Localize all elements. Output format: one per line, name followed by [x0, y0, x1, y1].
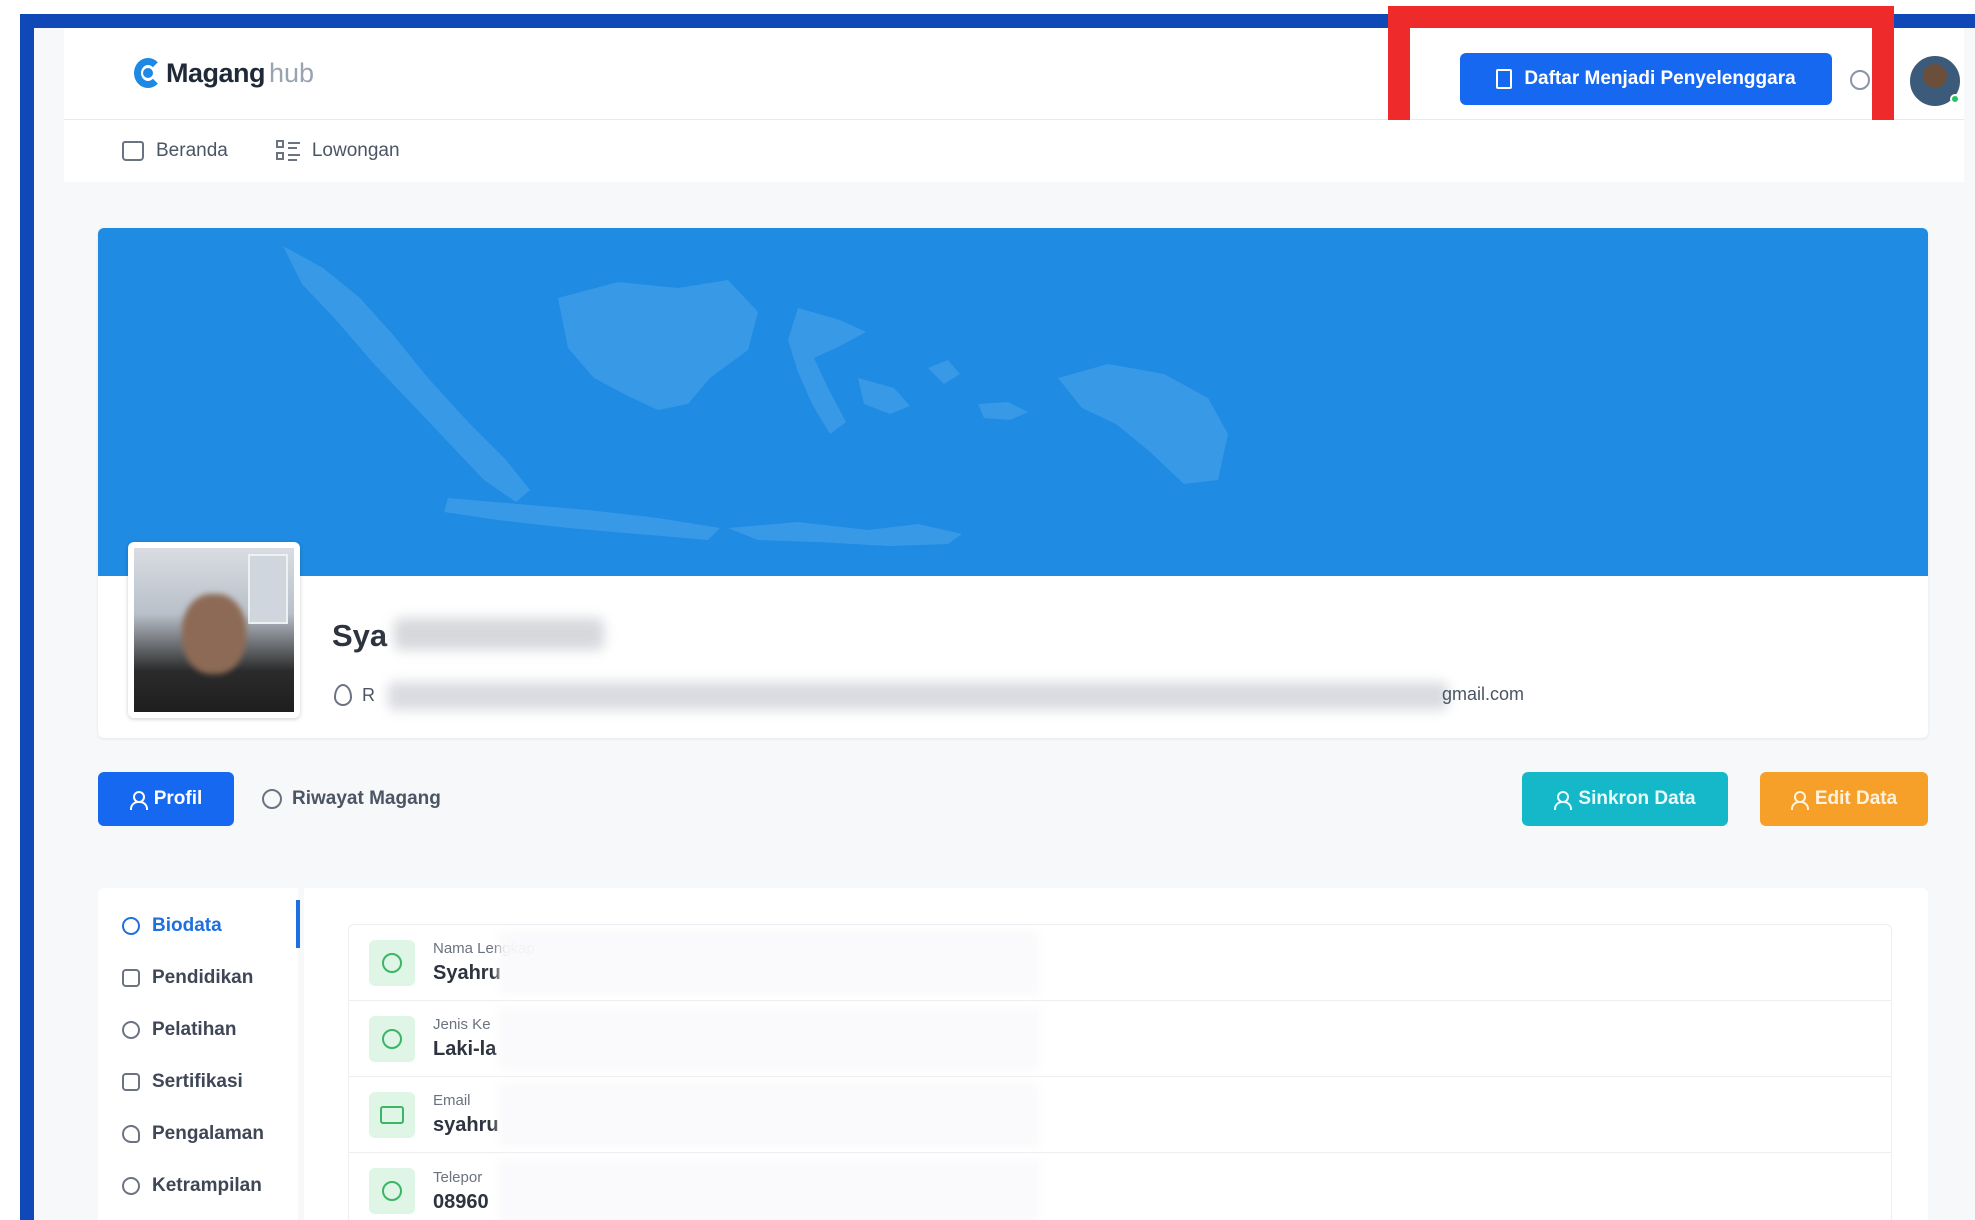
field-value: 08960 — [433, 1190, 489, 1213]
screenshot-margin — [0, 0, 20, 1220]
field-label: Email — [433, 1092, 471, 1109]
main-nav: Beranda Lowongan — [64, 120, 1964, 182]
user-edit-icon — [1790, 791, 1809, 810]
user-icon — [129, 791, 148, 810]
biodata-panel: Nama Lengkap Syahru Jenis Ke Laki-la Ema… — [304, 888, 1928, 1220]
profile-card: Sya R gmail.com — [98, 228, 1928, 738]
list-item-email: Email syahru — [349, 1077, 1891, 1153]
contact-address: R — [334, 684, 375, 706]
app-page: Magang hub Daftar Menjadi Penyelenggara B… — [34, 6, 1975, 1220]
sidebar-label: Pendidikan — [152, 967, 254, 988]
monitor-icon — [122, 969, 140, 987]
history-icon — [262, 789, 282, 809]
user-skill-icon — [122, 1177, 140, 1195]
profile-sidebar: Biodata Pendidikan Pelatihan Sertifikasi… — [98, 888, 300, 1220]
value-redaction — [499, 931, 1039, 995]
user-award-icon — [122, 1021, 140, 1039]
value-redaction — [499, 1083, 1039, 1147]
list-icon — [275, 140, 300, 162]
profile-name: Sya — [332, 618, 388, 653]
maganghub-logo[interactable]: Magang hub — [134, 56, 314, 90]
tab-riwayat-magang[interactable]: Riwayat Magang — [262, 772, 441, 826]
home-icon — [122, 141, 144, 161]
sidebar-label: Pelatihan — [152, 1019, 237, 1040]
nav-item-beranda[interactable]: Beranda — [122, 140, 228, 162]
logo-brand: Magang — [166, 57, 266, 88]
sidebar-item-biodata[interactable]: Biodata — [98, 900, 300, 952]
sync-data-button[interactable]: Sinkron Data — [1522, 772, 1728, 826]
indonesia-map-watermark — [283, 246, 1228, 546]
name-redaction — [394, 618, 604, 650]
profile-email-tail: gmail.com — [1442, 684, 1525, 704]
user-gender-icon — [369, 1015, 415, 1062]
value-redaction — [499, 1159, 1039, 1220]
user-icon — [369, 939, 415, 986]
sidebar-item-ketrampilan[interactable]: Ketrampilan — [98, 1160, 298, 1212]
nav-label-lowongan: Lowongan — [311, 140, 400, 161]
sidebar-item-pengalaman[interactable]: Pengalaman — [98, 1108, 298, 1160]
phone-icon — [369, 1168, 415, 1214]
edit-data-label: Edit Data — [1814, 788, 1898, 809]
sidebar-item-pendidikan[interactable]: Pendidikan — [98, 952, 298, 1004]
profile-banner — [98, 228, 1928, 576]
mail-icon — [369, 1091, 415, 1138]
sidebar-label: Ketrampilan — [152, 1175, 262, 1196]
sidebar-item-sertifikasi[interactable]: Sertifikasi — [98, 1056, 298, 1108]
list-item-nama: Nama Lengkap Syahru — [349, 925, 1891, 1001]
tab-riwayat-label: Riwayat Magang — [292, 788, 441, 809]
list-item-jenis-kelamin: Jenis Ke Laki-la — [349, 1001, 1891, 1077]
contact-redaction — [388, 682, 1448, 710]
value-redaction — [499, 1007, 1039, 1071]
nav-item-lowongan[interactable]: Lowongan — [275, 140, 400, 162]
sync-data-label: Sinkron Data — [1578, 788, 1696, 809]
online-status-dot — [1950, 94, 1960, 104]
field-label: Telepor — [433, 1168, 483, 1186]
logo-suffix: hub — [269, 57, 315, 88]
top-header: Magang hub Daftar Menjadi Penyelenggara — [64, 6, 1964, 146]
sidebar-label: Pengalaman — [152, 1123, 264, 1144]
address-text: R — [362, 684, 375, 705]
user-sync-icon — [1554, 791, 1573, 810]
logo-icon — [134, 56, 162, 90]
location-pin-icon — [334, 684, 352, 706]
user-icon — [122, 917, 140, 935]
list-item-telepon: Telepor 08960 — [349, 1153, 1891, 1220]
sidebar-item-pelatihan[interactable]: Pelatihan — [98, 1004, 298, 1056]
edit-data-button[interactable]: Edit Data — [1760, 772, 1928, 826]
biodata-list: Nama Lengkap Syahru Jenis Ke Laki-la Ema… — [348, 924, 1892, 1220]
sidebar-label: Sertifikasi — [152, 1071, 243, 1092]
tab-profil[interactable]: Profil — [98, 772, 234, 826]
nav-label-beranda: Beranda — [156, 140, 228, 161]
user-avatar[interactable] — [1908, 54, 1962, 108]
field-value: Laki-la — [433, 1038, 497, 1060]
tab-profil-label: Profil — [153, 788, 203, 809]
profile-photo — [128, 542, 300, 718]
theme-toggle-icon[interactable] — [1850, 70, 1870, 90]
field-value: syahru — [433, 1114, 499, 1136]
frame-border-left — [20, 14, 34, 1220]
heart-icon — [122, 1125, 140, 1143]
sidebar-label: Biodata — [152, 915, 222, 936]
field-label: Jenis Ke — [433, 1016, 491, 1033]
certificate-icon — [122, 1073, 140, 1091]
